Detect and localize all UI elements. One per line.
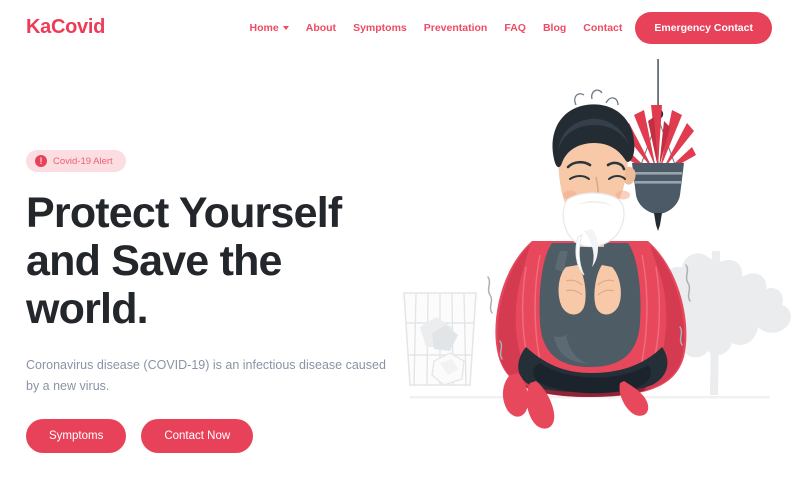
nav-item-symptoms[interactable]: Symptoms bbox=[353, 22, 407, 34]
contact-now-button[interactable]: Contact Now bbox=[141, 418, 254, 453]
nav-item-blog[interactable]: Blog bbox=[543, 22, 566, 34]
nav-links: Home About Symptoms Preventation FAQ Blo… bbox=[250, 22, 623, 34]
brand-logo[interactable]: KaCovid bbox=[26, 16, 105, 39]
nav-item-home[interactable]: Home bbox=[250, 22, 289, 34]
nav-item-about[interactable]: About bbox=[306, 22, 336, 34]
main-navbar: KaCovid Home About Symptoms Preventation… bbox=[0, 0, 800, 55]
emergency-contact-button[interactable]: Emergency Contact bbox=[635, 11, 772, 44]
nav-item-contact[interactable]: Contact bbox=[583, 22, 622, 34]
landing-page: KaCovid Home About Symptoms Preventation… bbox=[0, 0, 800, 500]
chevron-down-icon bbox=[282, 25, 289, 30]
covid-alert-label: Covid-19 Alert bbox=[53, 155, 113, 167]
nav-item-home-label: Home bbox=[249, 21, 279, 34]
alert-circle-icon: ! bbox=[35, 155, 47, 167]
covid-alert-badge: ! Covid-19 Alert bbox=[26, 150, 126, 172]
hero-content: ! Covid-19 Alert Protect Yourself and Sa… bbox=[26, 150, 406, 453]
sick-man-sneezing-illustration bbox=[380, 55, 800, 475]
page-title: Protect Yourself and Save the world. bbox=[26, 189, 342, 334]
nav-item-preventation[interactable]: Preventation bbox=[424, 22, 488, 34]
person-with-blanket-icon bbox=[487, 89, 691, 429]
hero-subtitle: Coronavirus disease (COVID-19) is an inf… bbox=[26, 358, 386, 394]
nav-item-faq[interactable]: FAQ bbox=[504, 22, 526, 34]
hero-cta-row: Symptoms Contact Now bbox=[26, 418, 406, 453]
symptoms-button[interactable]: Symptoms bbox=[26, 418, 127, 453]
